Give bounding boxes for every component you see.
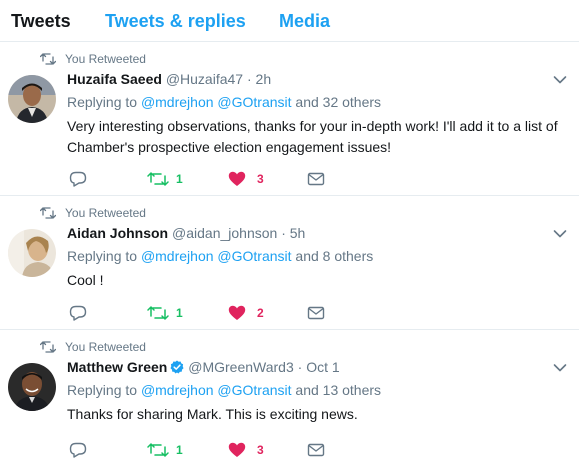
- retweet-count: 1: [176, 306, 183, 320]
- separator: ·: [297, 359, 303, 375]
- author-handle[interactable]: @Huzaifa47: [166, 71, 243, 87]
- envelope-icon: [307, 172, 325, 186]
- profile-tabs: Tweets Tweets & replies Media: [0, 0, 579, 42]
- chevron-down-icon[interactable]: [553, 363, 567, 373]
- mention-link[interactable]: @GOtransit: [217, 94, 291, 110]
- reply-button[interactable]: [69, 440, 89, 460]
- replying-to-line: Replying to @mdrejhon @GOtransit and 8 o…: [67, 246, 559, 266]
- replying-others-link[interactable]: and 32 others: [295, 94, 381, 110]
- chevron-down-icon[interactable]: [553, 75, 567, 85]
- direct-message-button[interactable]: [307, 440, 327, 460]
- tweet-header: Matthew Green @MGreenWard3 · Oct 1: [67, 357, 559, 377]
- tweet-text: Cool !: [67, 272, 104, 288]
- mention-link[interactable]: @mdrejhon: [141, 382, 214, 398]
- retweet-context: You Retweeted: [0, 206, 400, 220]
- replying-to-label: Replying to: [67, 382, 138, 398]
- mention-link[interactable]: @GOtransit: [217, 248, 291, 264]
- retweet-icon: [147, 172, 169, 186]
- retweet-context: You Retweeted: [0, 340, 400, 354]
- mention-link[interactable]: @mdrejhon: [141, 248, 214, 264]
- direct-message-button[interactable]: [307, 169, 327, 189]
- heart-icon: [228, 171, 246, 186]
- direct-message-button[interactable]: [307, 303, 327, 323]
- retweet-count: 1: [176, 443, 183, 457]
- heart-icon: [228, 305, 246, 320]
- retweet-count: 1: [176, 172, 183, 186]
- mention-link[interactable]: @mdrejhon: [141, 94, 214, 110]
- tweet-header: Huzaifa Saeed @Huzaifa47 · 2h: [67, 69, 559, 89]
- separator: ·: [246, 71, 252, 87]
- tweet-item[interactable]: You Retweeted Aidan Johnson @aidan_johns…: [0, 196, 579, 330]
- envelope-icon: [307, 443, 325, 457]
- retweet-icon: [147, 306, 169, 320]
- reply-icon: [69, 305, 87, 321]
- like-button[interactable]: 2: [228, 303, 268, 323]
- retweet-icon: [40, 207, 56, 219]
- like-button[interactable]: 3: [228, 169, 268, 189]
- tweet-text: Thanks for sharing Mark. This is excitin…: [67, 406, 358, 422]
- tweet-text: Very interesting observations, thanks fo…: [67, 118, 558, 155]
- author-handle[interactable]: @aidan_johnson: [172, 225, 277, 241]
- tweet-timestamp[interactable]: 5h: [290, 225, 306, 241]
- tweet-actions: 1 3: [67, 169, 367, 189]
- tweet-content: Huzaifa Saeed @Huzaifa47 · 2h Replying t…: [67, 69, 559, 158]
- avatar[interactable]: [8, 363, 56, 411]
- heart-icon: [228, 442, 246, 457]
- tweet-content: Aidan Johnson @aidan_johnson · 5h Replyi…: [67, 223, 559, 291]
- author-handle[interactable]: @MGreenWard3: [188, 359, 294, 375]
- like-count: 3: [257, 172, 264, 186]
- replying-others-link[interactable]: and 13 others: [295, 382, 381, 398]
- replying-to-line: Replying to @mdrejhon @GOtransit and 13 …: [67, 380, 559, 400]
- avatar[interactable]: [8, 75, 56, 123]
- tweet-actions: 1 3: [67, 440, 367, 460]
- envelope-icon: [307, 306, 325, 320]
- replying-to-label: Replying to: [67, 94, 138, 110]
- tab-tweets[interactable]: Tweets: [11, 10, 71, 32]
- retweet-button[interactable]: 1: [147, 440, 187, 460]
- retweet-context-label: You Retweeted: [65, 340, 146, 354]
- separator: ·: [281, 225, 286, 241]
- reply-button[interactable]: [69, 169, 89, 189]
- author-name[interactable]: Aidan Johnson: [67, 225, 168, 241]
- replying-to-label: Replying to: [67, 248, 138, 264]
- tab-tweets-and-replies[interactable]: Tweets & replies: [105, 10, 246, 32]
- retweet-icon: [147, 443, 169, 457]
- retweet-icon: [40, 53, 56, 65]
- like-count: 2: [257, 306, 264, 320]
- retweet-button[interactable]: 1: [147, 303, 187, 323]
- like-button[interactable]: 3: [228, 440, 268, 460]
- replying-to-line: Replying to @mdrejhon @GOtransit and 32 …: [67, 92, 559, 112]
- reply-icon: [69, 442, 87, 458]
- tweet-content: Matthew Green @MGreenWard3 · Oct 1 Reply…: [67, 357, 559, 425]
- retweet-button[interactable]: 1: [147, 169, 187, 189]
- retweet-icon: [40, 341, 56, 353]
- reply-icon: [69, 171, 87, 187]
- chevron-down-icon[interactable]: [553, 229, 567, 239]
- avatar[interactable]: [8, 229, 56, 277]
- replying-others-link[interactable]: and 8 others: [295, 248, 373, 264]
- tweet-timestamp[interactable]: 2h: [256, 71, 272, 87]
- author-name[interactable]: Huzaifa Saeed: [67, 71, 162, 87]
- tab-media[interactable]: Media: [279, 10, 330, 32]
- tweet-actions: 1 2: [67, 303, 367, 323]
- retweet-context-label: You Retweeted: [65, 206, 146, 220]
- reply-button[interactable]: [69, 303, 89, 323]
- retweet-context: You Retweeted: [0, 52, 400, 66]
- tweet-timestamp[interactable]: Oct 1: [306, 359, 339, 375]
- tweet-item[interactable]: You Retweeted Matthew Green @MGreenWard3…: [0, 330, 579, 473]
- tweet-item[interactable]: You Retweeted Huzaifa Saeed @Huzaifa47 ·…: [0, 42, 579, 196]
- verified-badge-icon: [170, 360, 184, 374]
- like-count: 3: [257, 443, 264, 457]
- mention-link[interactable]: @GOtransit: [217, 382, 291, 398]
- retweet-context-label: You Retweeted: [65, 52, 146, 66]
- tweet-header: Aidan Johnson @aidan_johnson · 5h: [67, 223, 559, 243]
- author-name[interactable]: Matthew Green: [67, 359, 167, 375]
